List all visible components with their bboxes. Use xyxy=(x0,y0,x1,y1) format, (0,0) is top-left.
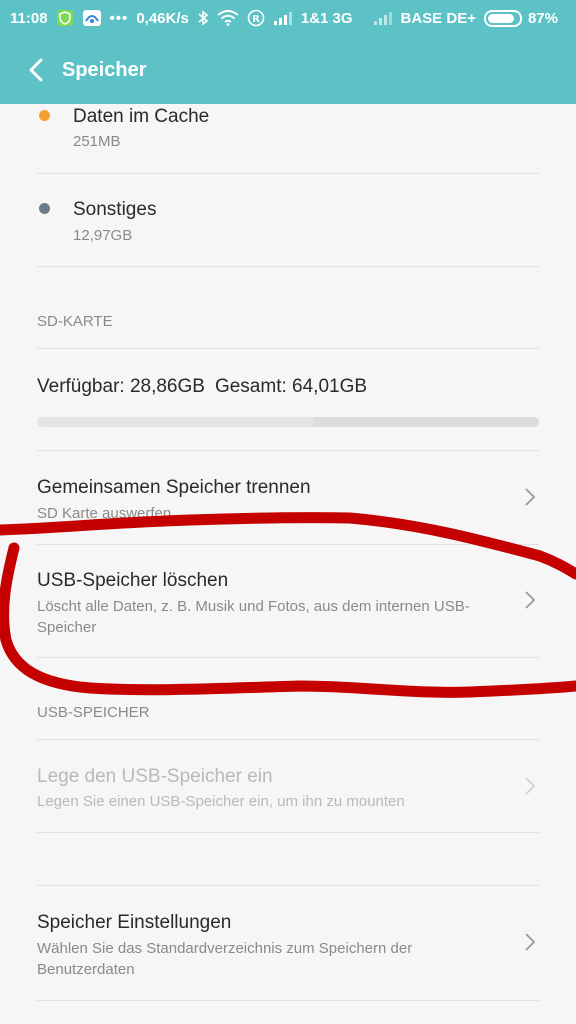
section-header-usb: USB-SPEICHER xyxy=(37,704,150,721)
setting-title: Gemeinsamen Speicher trennen xyxy=(37,477,311,498)
roaming-icon: R xyxy=(247,9,265,27)
setting-subtitle: Löscht alle Daten, z. B. Musik und Fotos… xyxy=(37,598,470,636)
sd-storage-summary: Verfügbar: 28,86GB Gesamt: 64,01GB xyxy=(37,376,377,398)
wifi-icon xyxy=(217,10,239,26)
divider xyxy=(37,173,539,174)
divider xyxy=(37,739,539,740)
signal-icon-sim1 xyxy=(273,11,293,25)
sd-usage-bar xyxy=(37,417,539,427)
divider xyxy=(37,657,539,658)
sd-usage-fill xyxy=(313,417,539,427)
divider xyxy=(37,544,539,545)
notification-app-icon xyxy=(82,9,102,27)
sd-available: Verfügbar: 28,86GB xyxy=(37,376,205,397)
back-arrow-icon[interactable] xyxy=(14,48,58,92)
shield-icon xyxy=(56,9,74,27)
sd-total: Gesamt: 64,01GB xyxy=(214,376,368,397)
carrier-sim2: BASE DE+ xyxy=(400,9,476,27)
network-speed: 0,46K/s xyxy=(136,9,189,27)
signal-icon-sim2 xyxy=(373,11,393,25)
setting-subtitle: SD Karte auswerfen xyxy=(37,505,172,522)
setting-title: Speicher Einstellungen xyxy=(37,912,232,933)
setting-subtitle: Wählen Sie das Standardverzeichnis zum S… xyxy=(37,940,413,978)
bluetooth-icon xyxy=(197,9,209,27)
carrier-sim1: 1&1 3G xyxy=(300,9,353,27)
svg-text:R: R xyxy=(252,14,260,25)
app-bar: Speicher xyxy=(0,36,576,104)
legend-title: Daten im Cache xyxy=(73,106,210,127)
chevron-right-icon xyxy=(525,591,536,609)
section-header-sd-card: SD-KARTE xyxy=(37,313,113,330)
divider xyxy=(37,832,539,833)
cache-color-dot xyxy=(39,110,50,121)
divider xyxy=(37,348,539,349)
chevron-right-icon xyxy=(525,777,536,795)
status-bar: 11:08 ••• 0,46K/s R 1&1 3G BASE DE+ 87% xyxy=(0,0,576,36)
setting-title: USB-Speicher löschen xyxy=(37,570,229,591)
divider xyxy=(37,266,539,267)
legend-title: Sonstiges xyxy=(73,199,157,220)
setting-title: Lege den USB-Speicher ein xyxy=(37,766,273,787)
divider xyxy=(37,885,539,886)
setting-subtitle: Legen Sie einen USB-Speicher ein, um ihn… xyxy=(37,793,405,810)
legend-size: 251MB xyxy=(73,133,121,150)
battery-icon xyxy=(483,9,522,27)
other-color-dot xyxy=(39,203,50,214)
legend-size: 12,97GB xyxy=(73,227,133,244)
divider xyxy=(37,450,539,451)
page-title: Speicher xyxy=(62,58,147,81)
divider xyxy=(37,1000,539,1001)
chevron-right-icon xyxy=(525,933,536,951)
clock: 11:08 xyxy=(10,9,48,27)
more-notifications-icon: ••• xyxy=(109,9,129,27)
chevron-right-icon xyxy=(525,488,536,506)
battery-percent: 87% xyxy=(527,9,558,27)
